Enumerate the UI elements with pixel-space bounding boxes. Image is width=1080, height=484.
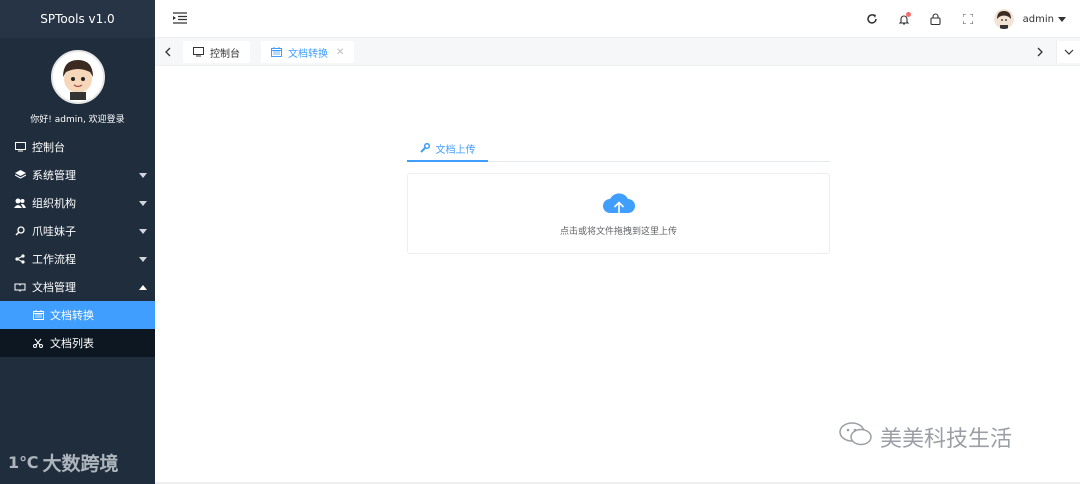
chevron-down-icon xyxy=(139,201,147,206)
notification-dot xyxy=(905,12,911,17)
tab-bar: 控制台 文档转换 ✕ xyxy=(155,38,1080,66)
sidebar-item-dashboard[interactable]: 控制台 xyxy=(0,133,155,161)
watermark-text: 美美科技生活 xyxy=(880,427,1013,452)
tab-label: 控制台 xyxy=(210,48,240,60)
lock-icon[interactable] xyxy=(920,0,952,38)
users-icon xyxy=(14,197,26,209)
share-icon xyxy=(14,253,26,265)
user-menu[interactable]: admin xyxy=(993,9,1066,29)
fullscreen-icon[interactable] xyxy=(952,0,984,38)
layers-icon xyxy=(14,169,26,181)
calendar-icon xyxy=(271,47,282,57)
tab-label: 文档转换 xyxy=(288,48,328,60)
chevron-down-icon xyxy=(139,257,147,262)
chevron-down-icon xyxy=(139,229,147,234)
user-name: admin xyxy=(1022,13,1054,25)
chevron-down-icon xyxy=(139,173,147,178)
app-title: SPTools v1.0 xyxy=(0,0,155,38)
scissors-icon xyxy=(32,337,44,349)
upload-dropzone[interactable]: 点击或将文件拖拽到这里上传 xyxy=(407,173,830,254)
monitor-icon xyxy=(193,47,204,57)
tab-dashboard[interactable]: 控制台 xyxy=(183,41,250,63)
cloud-upload-icon xyxy=(602,191,636,220)
sidebar-watermark: 1℃ 大数跨境 xyxy=(8,449,119,476)
sidebar: SPTools v1.0 你好! admin, 欢迎登录 控制台 系统管理 组织… xyxy=(0,0,155,484)
tabs-dropdown-icon[interactable] xyxy=(1056,41,1080,63)
sidebar-item-documents[interactable]: 文档管理 xyxy=(0,273,155,301)
refresh-icon[interactable] xyxy=(856,0,888,38)
sidebar-item-label: 文档管理 xyxy=(32,281,76,294)
sidebar-subitem-label: 文档转换 xyxy=(50,309,94,322)
menu-fold-icon[interactable] xyxy=(173,12,187,24)
top-header: admin xyxy=(155,0,1080,38)
close-icon[interactable]: ✕ xyxy=(336,47,344,58)
chevron-up-icon xyxy=(139,285,147,290)
search-icon xyxy=(14,225,26,237)
sidebar-subitem-label: 文档列表 xyxy=(50,337,94,350)
welcome-text: 你好! admin, 欢迎登录 xyxy=(30,115,125,125)
avatar xyxy=(993,9,1014,29)
sidebar-item-organization[interactable]: 组织机构 xyxy=(0,189,155,217)
dropzone-text: 点击或将文件拖拽到这里上传 xyxy=(559,226,677,237)
sidebar-item-workflow[interactable]: 工作流程 xyxy=(0,245,155,273)
sidebar-watermark-text: 大数跨境 xyxy=(42,453,119,475)
sidebar-subitem-doc-convert[interactable]: 文档转换 xyxy=(0,301,155,329)
tab-doc-convert[interactable]: 文档转换 ✕ xyxy=(261,41,355,63)
sidebar-subitem-doc-list[interactable]: 文档列表 xyxy=(0,329,155,357)
chevron-down-icon xyxy=(1058,16,1066,22)
watermark-logo-icon: 1℃ xyxy=(8,453,39,472)
tabs-scroll-right-icon[interactable] xyxy=(1028,38,1052,66)
wechat-watermark: 美美科技生活 xyxy=(838,420,1012,454)
sidebar-item-label: 工作流程 xyxy=(32,253,76,266)
user-avatar[interactable] xyxy=(50,50,105,104)
book-icon xyxy=(14,281,26,293)
sidebar-item-label: 爪哇妹子 xyxy=(32,225,76,238)
sidebar-item-label: 组织机构 xyxy=(32,197,76,210)
sidebar-item-system[interactable]: 系统管理 xyxy=(0,161,155,189)
tabs-scroll-left-icon[interactable] xyxy=(155,38,179,66)
sidebar-item-java[interactable]: 爪哇妹子 xyxy=(0,217,155,245)
sidebar-item-label: 控制台 xyxy=(32,141,65,154)
calendar-icon xyxy=(32,309,44,321)
tab-doc-upload[interactable]: 文档上传 xyxy=(407,136,488,162)
upload-tabs: 文档上传 xyxy=(407,136,830,162)
monitor-icon xyxy=(14,141,26,153)
bell-icon[interactable] xyxy=(888,0,920,38)
sidebar-item-label: 系统管理 xyxy=(32,169,76,182)
wechat-icon xyxy=(838,420,874,454)
sidebar-menu: 控制台 系统管理 组织机构 爪哇妹子 工作流程 文档管理 文档转换 文档列表 xyxy=(0,133,155,357)
wrench-icon xyxy=(419,143,430,153)
upload-tab-label: 文档上传 xyxy=(435,144,476,156)
